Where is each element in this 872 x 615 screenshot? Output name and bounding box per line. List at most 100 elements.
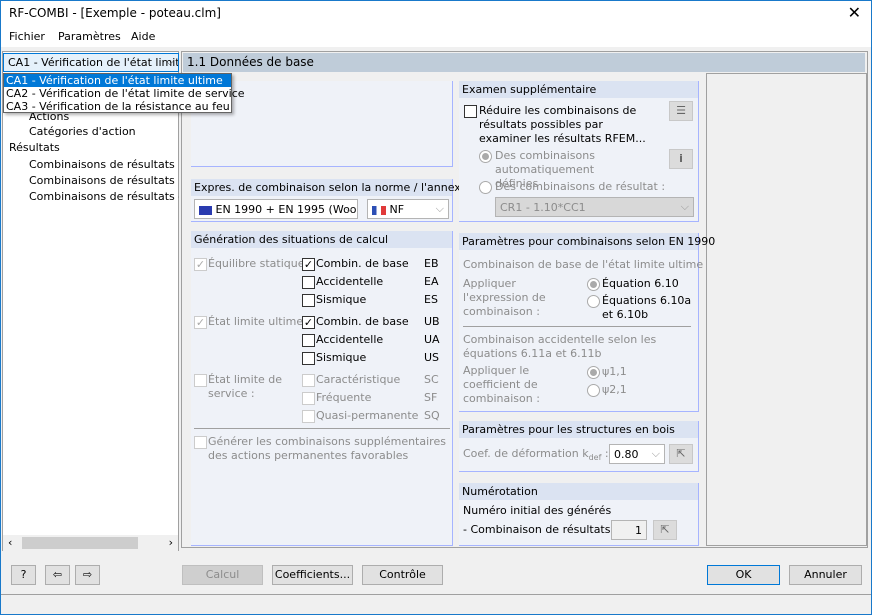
annuler-button[interactable]: Annuler xyxy=(789,565,862,585)
ua-label: Accidentelle xyxy=(316,333,384,346)
annex-select[interactable]: NF ⌵ xyxy=(367,199,449,219)
case-dropdown-list: CA1 - Vérification de l'état limite ulti… xyxy=(3,73,245,113)
tree-item-combi-par[interactable]: Combinaisons de résultats par a xyxy=(29,158,179,171)
reduce-checkbox[interactable] xyxy=(464,105,477,118)
option-ca2[interactable]: CA2 - Vérification de l'état limite de s… xyxy=(4,87,245,100)
auto-radio[interactable] xyxy=(479,150,492,163)
sq-checkbox[interactable] xyxy=(302,410,315,423)
result-select[interactable]: CR1 - 1.10*CC1 ⌵ xyxy=(495,197,694,217)
equilibre-label: Équilibre statique : xyxy=(208,257,312,270)
norm-select[interactable]: EN 1990 + EN 1995 (Wood ⌵ xyxy=(194,199,358,219)
list-icon[interactable]: ☰ xyxy=(669,101,693,121)
tree-item-resultats[interactable]: Résultats xyxy=(9,141,60,154)
examen-group: Examen supplémentaire Réduire les combin… xyxy=(459,81,699,222)
coefficients-button[interactable]: Coefficients... xyxy=(272,565,353,585)
ea-label: Accidentelle xyxy=(316,275,384,288)
group-header: Paramètres pour combinaisons selon EN 19… xyxy=(459,233,715,250)
close-icon[interactable]: ✕ xyxy=(848,3,861,22)
us-label: Sismique xyxy=(316,351,367,364)
generation-group: Génération des situations de calcul ✓ Éq… xyxy=(191,231,453,546)
scroll-left-icon[interactable]: ‹ xyxy=(8,536,12,549)
equilibre-checkbox[interactable]: ✓ xyxy=(194,258,207,271)
result-combi-label: - Combinaison de résultats xyxy=(463,523,611,536)
pick-icon[interactable]: ⇱ xyxy=(669,444,693,464)
help-icon: ? xyxy=(20,568,27,581)
reduce-label: Réduire les combinaisons de résultats po… xyxy=(479,104,646,145)
case-select[interactable]: CA1 - Vérification de l'état limite ⌵ xyxy=(3,53,179,72)
annex-value: NF xyxy=(389,203,405,216)
sc-code: SC xyxy=(424,373,439,386)
sf-checkbox[interactable] xyxy=(302,392,315,405)
numerotation-group: Numérotation Numéro initial des générés … xyxy=(459,483,699,546)
menu-parametres[interactable]: Paramètres xyxy=(58,30,121,43)
extra-combi-checkbox[interactable] xyxy=(194,436,207,449)
group-header: Génération des situations de calcul xyxy=(191,231,452,248)
scroll-right-icon[interactable]: › xyxy=(169,536,173,549)
ok-button[interactable]: OK xyxy=(707,565,780,585)
result-select-value: CR1 - 1.10*CC1 xyxy=(500,201,586,214)
kdef-value: 0.80 xyxy=(614,448,639,461)
eq610ab-label: Équations 6.10a et 6.10b xyxy=(602,294,692,321)
title-bar: RF-COMBI - [Exemple - poteau.clm] ✕ xyxy=(1,1,871,27)
ua-code: UA xyxy=(424,333,440,346)
scroll-thumb[interactable] xyxy=(22,537,138,549)
status-bar xyxy=(1,594,871,614)
navigator-tree: Actions Catégories d'action Résultats Co… xyxy=(2,51,179,551)
eb-code: EB xyxy=(424,257,439,270)
psi21-radio[interactable] xyxy=(587,384,600,397)
ua-checkbox[interactable] xyxy=(302,334,315,347)
us-checkbox[interactable] xyxy=(302,352,315,365)
divider xyxy=(194,428,450,429)
els-checkbox[interactable] xyxy=(194,374,207,387)
sq-code: SQ xyxy=(424,409,440,422)
eb-checkbox[interactable]: ✓ xyxy=(302,258,315,271)
apply-coef-label: Appliquer le coefficient de combinaison … xyxy=(463,364,540,405)
kdef-label: Coef. de déformation kdef : xyxy=(463,447,609,463)
previous-button[interactable]: ⇦ xyxy=(45,565,70,585)
group-header: Examen supplémentaire xyxy=(459,81,698,98)
controle-button[interactable]: Contrôle xyxy=(362,565,443,585)
help-button[interactable]: ? xyxy=(11,565,36,585)
psi21-label: ψ2,1 xyxy=(602,383,627,396)
expression-group: Expres. de combinaison selon la norme / … xyxy=(191,179,467,222)
us-code: US xyxy=(424,351,440,364)
eq610-radio[interactable] xyxy=(587,278,600,291)
apply-expr-label: Appliquer l'expression de combinaison : xyxy=(463,277,546,318)
ub-code: UB xyxy=(424,315,440,328)
elu-checkbox[interactable]: ✓ xyxy=(194,316,207,329)
extra-combi-label: Générer les combinaisons supplémentaires… xyxy=(208,435,446,462)
ub-checkbox[interactable]: ✓ xyxy=(302,316,315,329)
sub1-label: Combinaison de base de l'état limite ult… xyxy=(463,258,704,271)
horizontal-scrollbar[interactable]: ‹ › xyxy=(3,535,178,551)
france-flag-icon xyxy=(372,205,386,215)
arrow-right-icon: ⇨ xyxy=(82,568,93,581)
eb-label: Combin. de base xyxy=(316,257,409,270)
menu-fichier[interactable]: Fichier xyxy=(9,30,45,43)
tree-item-combi-re[interactable]: Combinaisons de résultats - Ré xyxy=(29,190,179,203)
option-ca3[interactable]: CA3 - Vérification de la résistance au f… xyxy=(4,100,231,113)
next-button[interactable]: ⇨ xyxy=(75,565,100,585)
psi11-radio[interactable] xyxy=(587,366,600,379)
pick-icon[interactable]: ⇱ xyxy=(653,520,677,540)
ea-checkbox[interactable] xyxy=(302,276,315,289)
option-ca1[interactable]: CA1 - Vérification de l'état limite ulti… xyxy=(4,74,231,87)
chevron-down-icon: ⌵ xyxy=(344,202,353,215)
tree-item-categories[interactable]: Catégories d'action xyxy=(29,125,136,138)
info-icon[interactable]: i xyxy=(669,149,693,169)
case-select-value: CA1 - Vérification de l'état limite xyxy=(8,56,179,69)
es-label: Sismique xyxy=(316,293,367,306)
chevron-down-icon: ⌵ xyxy=(651,447,660,460)
sc-checkbox[interactable] xyxy=(302,374,315,387)
chevron-down-icon: ⌵ xyxy=(680,200,689,213)
menu-aide[interactable]: Aide xyxy=(131,30,155,43)
tree-item-combi[interactable]: Combinaisons de résultats xyxy=(29,174,175,187)
kdef-select[interactable]: 0.80 ⌵ xyxy=(609,444,665,464)
calcul-button[interactable]: Calcul xyxy=(182,565,263,585)
es-checkbox[interactable] xyxy=(302,294,315,307)
result-radio[interactable] xyxy=(479,181,492,194)
group-header: Paramètres pour les structures en bois xyxy=(459,421,698,438)
eq610ab-radio[interactable] xyxy=(587,295,600,308)
ub-label: Combin. de base xyxy=(316,315,409,328)
chevron-down-icon: ⌵ xyxy=(165,55,174,68)
start-number-input[interactable]: 1 xyxy=(611,520,647,540)
